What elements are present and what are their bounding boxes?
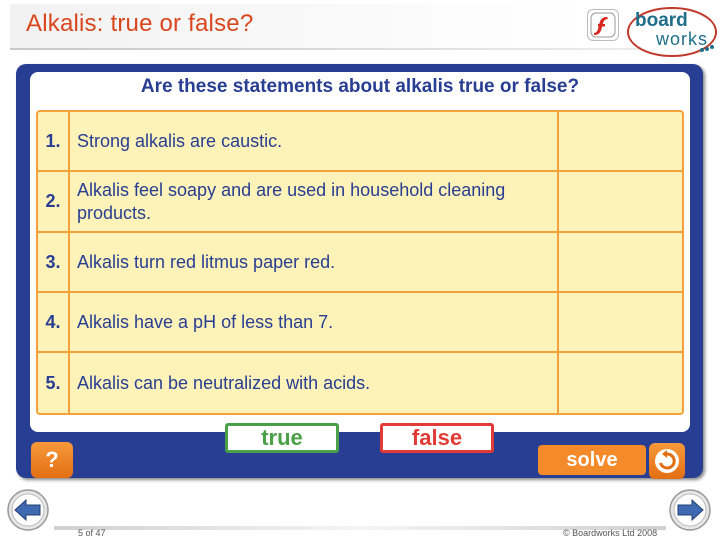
statement-number: 1. <box>38 112 70 170</box>
logo-works-text: works <box>656 29 709 49</box>
statement-table: 1. Strong alkalis are caustic. 2. Alkali… <box>36 110 684 415</box>
undo-icon <box>655 449 679 473</box>
answer-cell[interactable] <box>557 233 682 291</box>
answer-cell[interactable] <box>557 293 682 351</box>
true-label-button[interactable]: true <box>225 423 339 453</box>
answer-cell[interactable] <box>557 353 682 413</box>
statement-text[interactable]: Alkalis turn red litmus paper red. <box>77 233 557 291</box>
statement-text[interactable]: Alkalis feel soapy and are used in house… <box>77 172 557 231</box>
activity-question: Are these statements about alkalis true … <box>140 76 580 97</box>
copyright: © Boardworks Ltd 2008 <box>563 528 658 538</box>
statement-number: 3. <box>38 233 70 291</box>
statement-row: 5. Alkalis can be neutralized with acids… <box>38 353 682 413</box>
statement-number: 5. <box>38 353 70 413</box>
statement-number: 2. <box>38 172 70 231</box>
help-button[interactable]: ? <box>31 442 73 478</box>
title-divider <box>10 48 710 50</box>
title-bar: Alkalis: true or false? board works <box>0 0 720 60</box>
undo-button[interactable] <box>649 443 685 479</box>
answer-cell[interactable] <box>557 112 682 170</box>
false-label-button[interactable]: false <box>380 423 494 453</box>
statement-row: 4. Alkalis have a pH of less than 7. <box>38 293 682 353</box>
boardworks-logo: board works <box>626 6 718 58</box>
flash-icon <box>587 9 619 41</box>
solve-button[interactable]: solve <box>538 445 646 475</box>
next-arrow-icon <box>669 489 711 531</box>
statement-text[interactable]: Alkalis can be neutralized with acids. <box>77 353 557 413</box>
statement-row: 1. Strong alkalis are caustic. <box>38 112 682 172</box>
slide-number: 5 of 47 <box>78 528 106 538</box>
prev-arrow-icon <box>7 489 49 531</box>
prev-slide-button[interactable] <box>6 488 50 532</box>
next-slide-button[interactable] <box>668 488 712 532</box>
page-title: Alkalis: true or false? <box>26 10 254 37</box>
statement-text[interactable]: Strong alkalis are caustic. <box>77 112 557 170</box>
statement-text[interactable]: Alkalis have a pH of less than 7. <box>77 293 557 351</box>
statement-row: 2. Alkalis feel soapy and are used in ho… <box>38 172 682 233</box>
statement-number: 4. <box>38 293 70 351</box>
answer-cell[interactable] <box>557 172 682 231</box>
statement-row: 3. Alkalis turn red litmus paper red. <box>38 233 682 293</box>
help-icon: ? <box>45 447 59 472</box>
